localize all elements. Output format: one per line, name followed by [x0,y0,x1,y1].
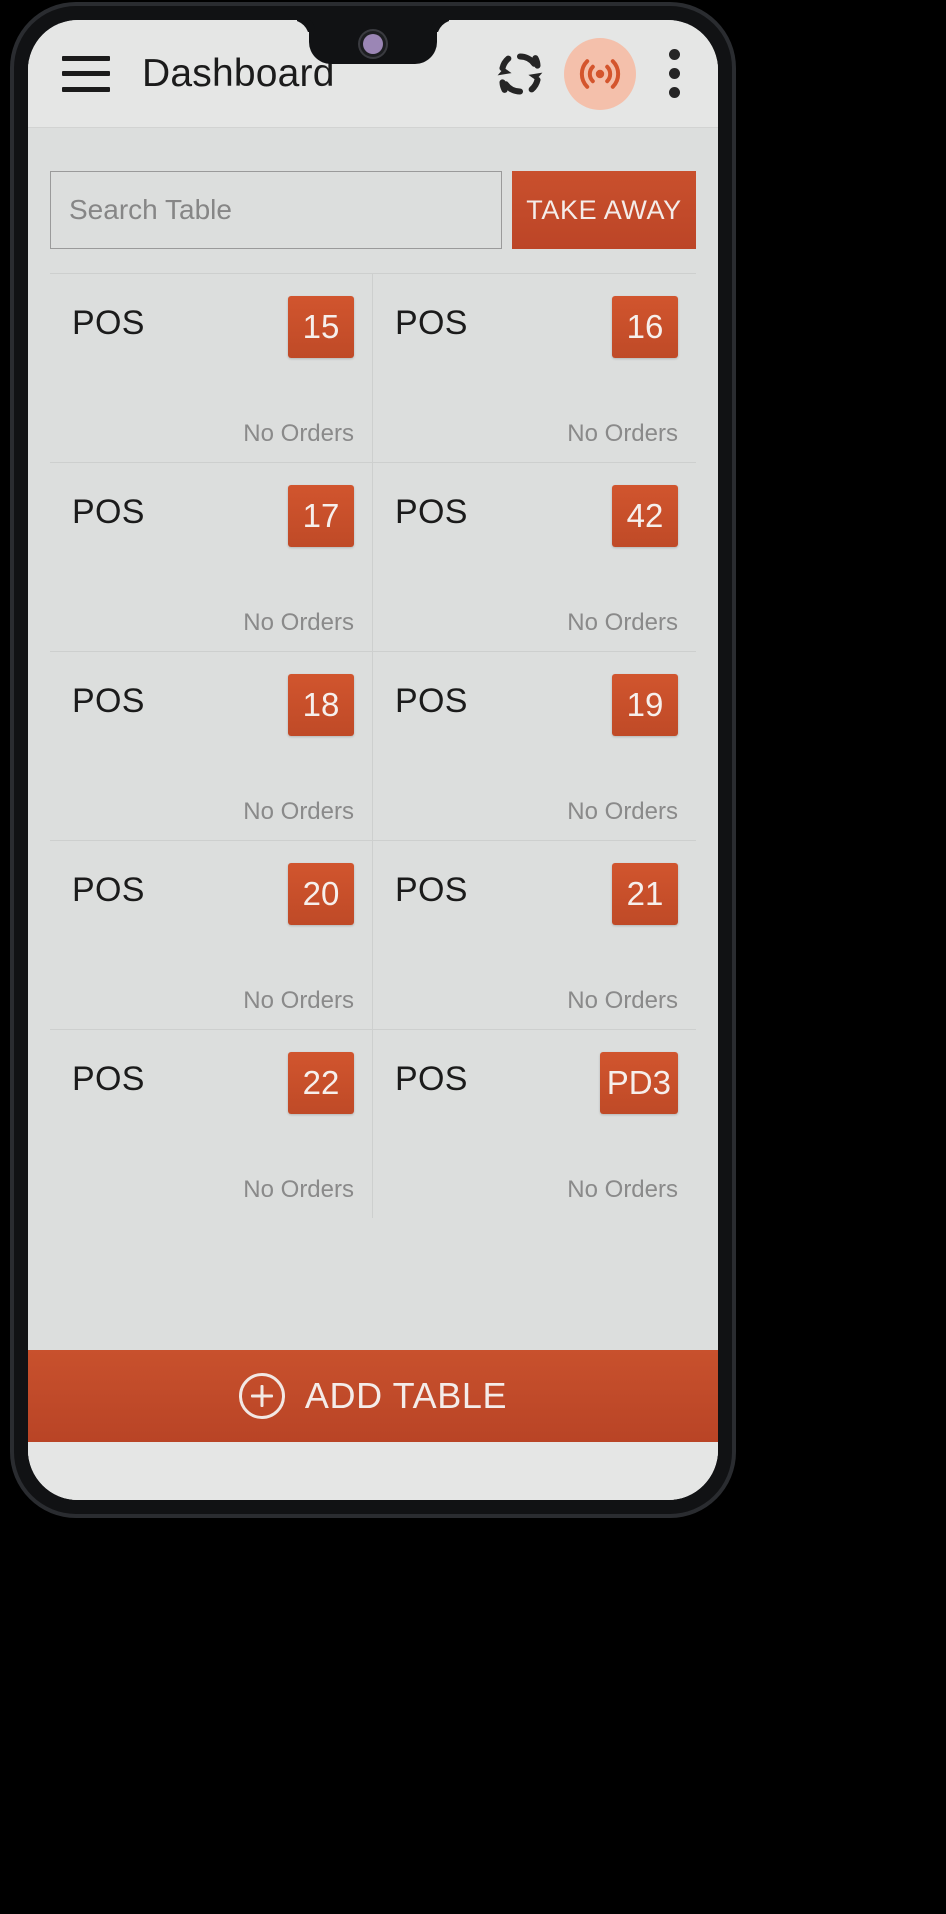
appbar-actions [492,37,696,110]
hamburger-menu-icon[interactable] [62,55,110,92]
table-status: No Orders [567,987,678,1014]
table-label: POS [72,493,145,531]
add-table-button[interactable]: ADD TABLE [28,1350,718,1442]
table-card[interactable]: POS 17 No Orders [50,462,373,651]
table-label: POS [72,304,145,342]
card-top: POS 21 [395,863,678,925]
table-status: No Orders [567,609,678,636]
take-away-button[interactable]: TAKE AWAY [512,171,696,249]
table-card[interactable]: POS 42 No Orders [373,462,696,651]
table-label: POS [395,682,468,720]
table-status: No Orders [243,1176,354,1203]
card-top: POS 22 [72,1052,354,1114]
table-label: POS [395,871,468,909]
card-top: POS 17 [72,485,354,547]
table-badge: 21 [612,863,678,925]
front-camera [363,34,383,54]
table-badge: 19 [612,674,678,736]
table-status: No Orders [567,1176,678,1203]
table-card[interactable]: POS 21 No Orders [373,840,696,1029]
dot [668,49,680,60]
table-card[interactable]: POS 19 No Orders [373,651,696,840]
table-status: No Orders [567,420,678,447]
more-vertical-icon[interactable] [652,42,696,106]
main-content: TAKE AWAY POS 15 No Orders POS 16 No Ord… [28,127,718,1500]
table-badge: 20 [288,863,354,925]
dot [668,87,680,98]
card-top: POS 20 [72,863,354,925]
search-row: TAKE AWAY [28,127,718,273]
tables-grid: POS 15 No Orders POS 16 No Orders POS 17… [28,273,718,1350]
table-status: No Orders [243,609,354,636]
page-title: Dashboard [142,51,335,95]
table-label: POS [395,1060,468,1098]
system-nav-strip [28,1442,718,1500]
table-badge: PD3 [599,1052,678,1114]
broadcast-signal-icon[interactable] [564,37,636,110]
plus-circle-icon [238,1373,285,1419]
sync-refresh-icon[interactable] [492,46,548,102]
table-status: No Orders [567,798,678,825]
table-card[interactable]: POS 22 No Orders [50,1029,373,1218]
card-top: POS 42 [395,485,678,547]
table-badge: 17 [288,485,354,547]
card-top: POS 16 [395,296,678,358]
table-badge: 22 [288,1052,354,1114]
phone-notch [309,20,437,64]
table-status: No Orders [243,987,354,1014]
table-label: POS [72,871,145,909]
table-badge: 16 [612,296,678,358]
card-top: POS 15 [72,296,354,358]
hamburger-bar [62,86,110,92]
table-label: POS [72,1060,145,1098]
table-card[interactable]: POS PD3 No Orders [373,1029,696,1218]
table-card[interactable]: POS 16 No Orders [373,273,696,462]
dot [668,68,680,79]
hamburger-bar [62,55,110,61]
table-card[interactable]: POS 15 No Orders [50,273,373,462]
card-top: POS PD3 [395,1052,678,1114]
table-badge: 18 [288,674,354,736]
table-card[interactable]: POS 18 No Orders [50,651,373,840]
table-status: No Orders [243,420,354,447]
hamburger-bar [62,71,110,76]
card-top: POS 19 [395,674,678,736]
table-label: POS [395,304,468,342]
table-label: POS [395,493,468,531]
card-top: POS 18 [72,674,354,736]
phone-screen: Dashboard Search Table TAKE AWAY POS 15 … [28,20,718,1500]
phone-frame: Dashboard Search Table TAKE AWAY POS 15 … [14,6,732,1514]
add-table-label: ADD TABLE [304,1375,508,1416]
table-card[interactable]: POS 20 No Orders [50,840,373,1029]
table-badge: 42 [612,485,678,547]
table-status: No Orders [243,798,354,825]
table-label: POS [72,682,145,720]
search-input[interactable] [50,171,502,249]
table-badge: 15 [288,296,354,358]
